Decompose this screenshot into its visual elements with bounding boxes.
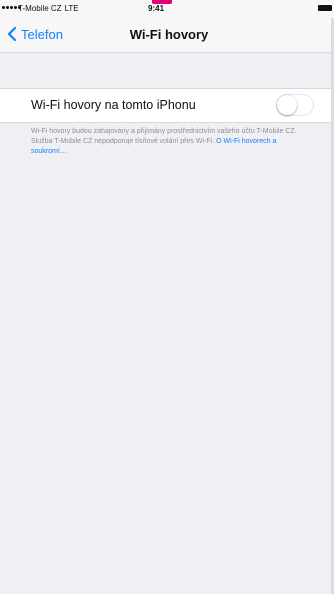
toggle-knob — [277, 95, 297, 115]
brand-marker — [152, 0, 172, 4]
screen: T-Mobile CZ LTE 9:41 Telefon Wi-Fi hovor… — [0, 0, 334, 594]
navigation-bar: Telefon Wi-Fi hovory — [0, 18, 334, 53]
wifi-calling-setting-row: Wi-Fi hovory na tomto iPhonu — [0, 88, 334, 123]
chevron-left-icon — [7, 26, 17, 42]
wifi-calling-toggle[interactable] — [276, 94, 314, 116]
back-button-label: Telefon — [21, 26, 63, 42]
carrier-info: T-Mobile CZ LTE — [18, 4, 79, 13]
carrier-name: T-Mobile CZ — [18, 4, 62, 13]
status-time: 9:41 — [148, 4, 165, 13]
wifi-calling-description: Wi-Fi hovory budou zahajovány a přijímán… — [31, 127, 306, 157]
page-title-text: Wi-Fi hovory — [129, 27, 209, 42]
battery-icon — [318, 5, 332, 11]
back-button[interactable]: Telefon — [6, 26, 63, 42]
wifi-calling-label: Wi-Fi hovory na tomto iPhonu — [31, 98, 196, 112]
network-type: LTE — [64, 4, 79, 13]
